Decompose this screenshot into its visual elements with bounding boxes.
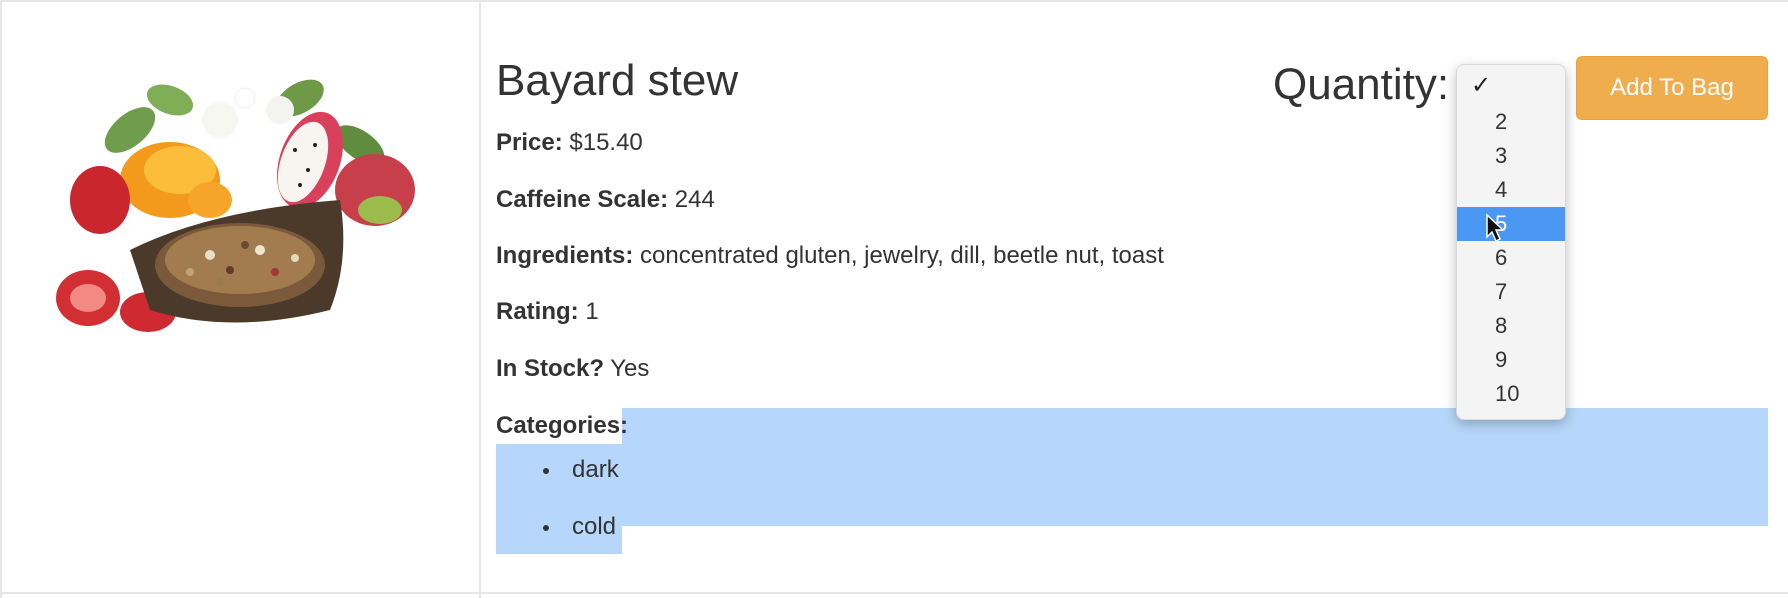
quantity-dropdown[interactable]: ✓ 2 3 4 5 6 7 8 9 10 <box>1456 64 1566 420</box>
categories-field: Categories: <box>496 411 628 441</box>
ingredients-label: Ingredients: <box>496 242 634 269</box>
category-name: dark <box>572 456 619 483</box>
quantity-option[interactable]: 2 <box>1457 105 1565 139</box>
price-label: Price: <box>496 129 563 156</box>
list-item: dark <box>496 455 619 512</box>
rating-label: Rating: <box>496 298 579 325</box>
ingredients-field: Ingredients: concentrated gluten, jewelr… <box>496 241 1164 271</box>
product-name: Bayard stew <box>496 56 739 105</box>
product-image <box>30 50 430 350</box>
quantity-option-highlighted[interactable]: 5 <box>1457 207 1565 241</box>
categories-list: dark cold <box>496 455 619 569</box>
quantity-option[interactable]: 3 <box>1457 139 1565 173</box>
category-name: cold <box>572 513 617 540</box>
caffeine-value: 244 <box>674 186 715 213</box>
quantity-option[interactable]: 10 <box>1457 377 1565 411</box>
quantity-option[interactable] <box>1457 71 1565 105</box>
quantity-option[interactable]: 8 <box>1457 309 1565 343</box>
rating-value: 1 <box>585 298 599 325</box>
bullet-icon <box>543 468 549 474</box>
price-field: Price: $15.40 <box>496 128 643 158</box>
quantity-option[interactable]: 7 <box>1457 275 1565 309</box>
rating-field: Rating: 1 <box>496 297 599 327</box>
quantity-option[interactable]: 4 <box>1457 173 1565 207</box>
stock-value: Yes <box>610 355 650 382</box>
price-value: $15.40 <box>569 129 643 156</box>
caffeine-label: Caffeine Scale: <box>496 186 669 213</box>
add-to-bag-button[interactable]: Add To Bag <box>1576 56 1768 120</box>
mouse-cursor-icon <box>1486 213 1505 243</box>
stock-field: In Stock? Yes <box>496 354 649 384</box>
caffeine-field: Caffeine Scale: 244 <box>496 185 715 215</box>
quantity-option[interactable]: 9 <box>1457 343 1565 377</box>
row-left-border <box>0 0 2 598</box>
list-item: cold <box>496 512 619 569</box>
bullet-icon <box>543 525 549 531</box>
tea-blend-image <box>56 79 415 332</box>
ingredients-value: concentrated gluten, jewelry, dill, beet… <box>640 242 1164 269</box>
cell-divider <box>479 0 481 598</box>
stock-label: In Stock? <box>496 355 605 382</box>
quantity-option[interactable]: 6 <box>1457 241 1565 275</box>
product-row: Bayard stew Price: $15.40 Caffeine Scale… <box>0 0 1788 598</box>
categories-label: Categories: <box>496 412 629 439</box>
